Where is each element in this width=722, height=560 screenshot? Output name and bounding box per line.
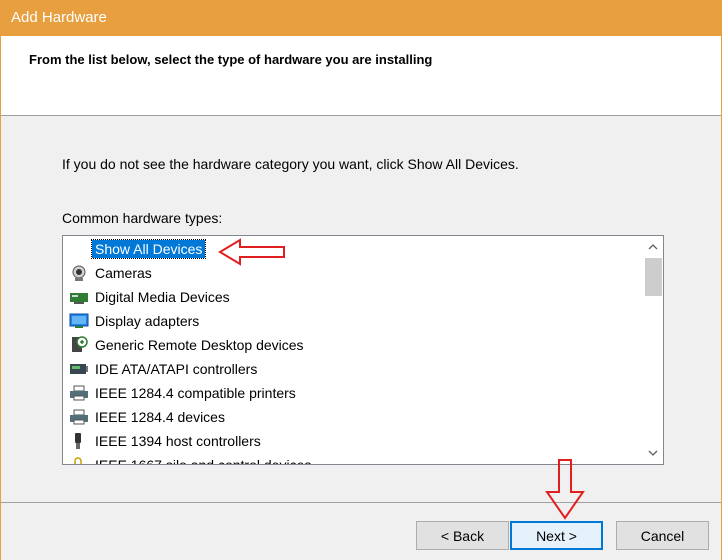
list-item-cameras[interactable]: Cameras	[69, 262, 155, 284]
list-item-show-all-devices[interactable]: Show All Devices	[69, 238, 207, 260]
list-item-label: Generic Remote Desktop devices	[95, 337, 304, 353]
wizard-window: From the list below, select the type of …	[0, 36, 722, 560]
down-arrow-annotation-icon	[545, 459, 585, 520]
list-item-display-adapters[interactable]: Display adapters	[69, 310, 202, 332]
firewire-icon	[69, 432, 89, 450]
scroll-down-button[interactable]	[643, 444, 663, 462]
list-item-label: Cameras	[95, 265, 152, 281]
list-item-label: Digital Media Devices	[95, 289, 230, 305]
list-item-ieee-1394-host-controllers[interactable]: IEEE 1394 host controllers	[69, 430, 264, 452]
list-item-label: IDE ATA/ATAPI controllers	[95, 361, 258, 377]
list-item-label: IEEE 1284.4 compatible printers	[95, 385, 296, 401]
info-text: If you do not see the hardware category …	[62, 156, 519, 172]
title-bar[interactable]: Add Hardware	[0, 0, 722, 36]
list-item-label: IEEE 1284.4 devices	[95, 409, 225, 425]
list-item-ide-ata-atapi-controllers[interactable]: IDE ATA/ATAPI controllers	[69, 358, 260, 380]
list-item-ieee-1284-4-devices[interactable]: IEEE 1284.4 devices	[69, 406, 228, 428]
wizard-header: From the list below, select the type of …	[1, 36, 721, 116]
list-item-label: IEEE 1667 silo and control devices	[95, 457, 312, 465]
cancel-button[interactable]: Cancel	[616, 521, 709, 550]
display-adapter-icon	[69, 312, 89, 330]
list-item-ieee-1284-4-compatible-printers[interactable]: IEEE 1284.4 compatible printers	[69, 382, 299, 404]
list-item-generic-remote-desktop-devices[interactable]: Generic Remote Desktop devices	[69, 334, 307, 356]
list-item-ieee-1667-silo-and-control-devices[interactable]: IEEE 1667 silo and control devices	[69, 454, 314, 465]
list-item-label: IEEE 1394 host controllers	[95, 433, 261, 449]
left-arrow-annotation-icon	[218, 238, 285, 266]
window-title: Add Hardware	[11, 9, 107, 26]
lock-icon	[69, 456, 89, 464]
list-label: Common hardware types:	[62, 210, 223, 226]
list-item-digital-media-devices[interactable]: Digital Media Devices	[69, 286, 233, 308]
media-device-icon	[69, 288, 89, 306]
scroll-up-button[interactable]	[643, 238, 663, 256]
list-item-label: Display adapters	[95, 313, 200, 329]
ide-controller-icon	[69, 360, 89, 378]
chevron-down-icon	[648, 450, 658, 456]
camera-icon	[69, 264, 89, 282]
printer-icon	[69, 384, 89, 402]
next-button[interactable]: Next >	[510, 521, 603, 550]
back-button[interactable]: < Back	[416, 521, 509, 550]
footer-divider	[1, 502, 721, 503]
list-item-label: Show All Devices	[90, 239, 207, 259]
chevron-up-icon	[648, 244, 658, 250]
hardware-type-listbox[interactable]: Show All Devices Cameras Digital Media D…	[62, 235, 664, 465]
listbox-scrollbar[interactable]	[643, 236, 663, 464]
remote-desktop-icon	[69, 336, 89, 354]
scroll-thumb[interactable]	[645, 258, 662, 296]
page-heading: From the list below, select the type of …	[29, 52, 433, 67]
printer-icon	[69, 408, 89, 426]
blank-icon	[69, 240, 89, 258]
